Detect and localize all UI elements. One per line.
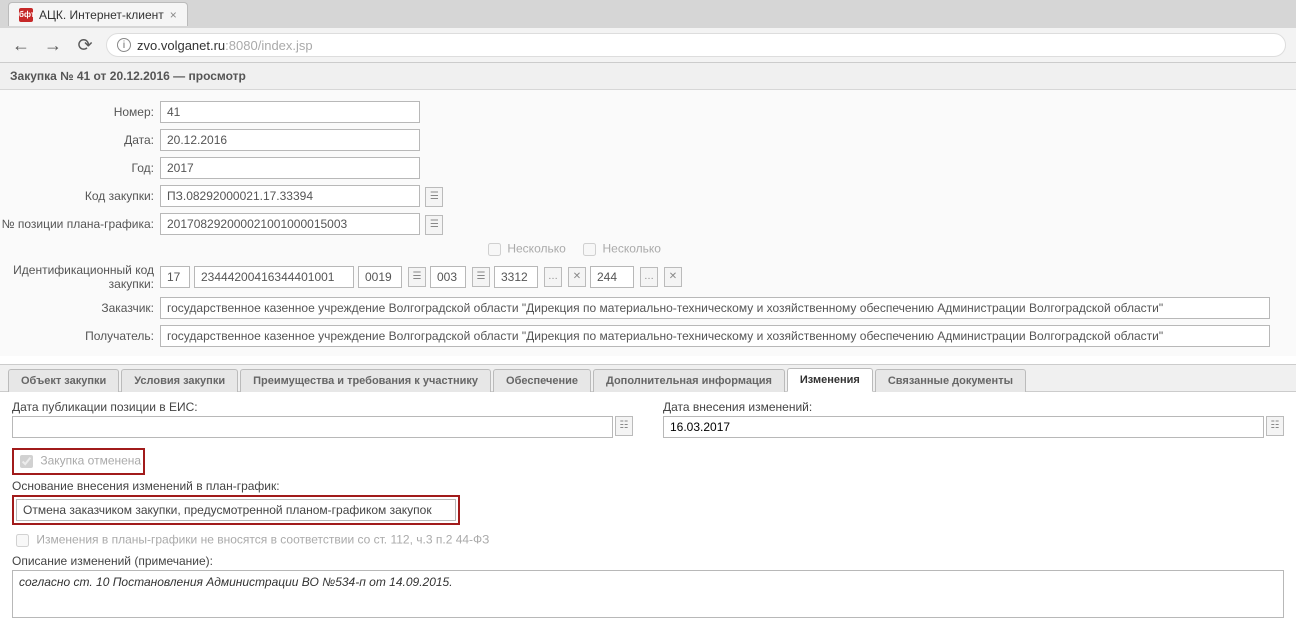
no-changes-checkbox: [16, 534, 29, 547]
ikz-part3[interactable]: [358, 266, 402, 288]
cancelled-checkbox: [20, 455, 33, 468]
select-icon[interactable]: …: [544, 267, 562, 287]
ikz-part5[interactable]: [494, 266, 538, 288]
clear-icon[interactable]: ✕: [568, 267, 586, 287]
basis-input[interactable]: [16, 499, 456, 521]
address-bar: ← → ⟳ i zvo.volganet.ru:8080/index.jsp: [0, 28, 1296, 62]
browser-chrome: бфт АЦК. Интернет-клиент × ← → ⟳ i zvo.v…: [0, 0, 1296, 63]
label-number: Номер:: [0, 105, 160, 119]
page: Закупка № 41 от 20.12.2016 — просмотр Но…: [0, 63, 1296, 632]
tab-conditions[interactable]: Условия закупки: [121, 369, 238, 392]
ikz-flags: Несколько Несколько: [484, 240, 1296, 259]
number-input[interactable]: [160, 101, 420, 123]
ikz-part1[interactable]: [160, 266, 190, 288]
date-input[interactable]: [160, 129, 420, 151]
ikz-part2[interactable]: [194, 266, 354, 288]
label-ikz: Идентификационный код закупки:: [0, 263, 160, 292]
highlight-cancelled: Закупка отменена: [12, 448, 145, 475]
clear-icon[interactable]: ✕: [664, 267, 682, 287]
label-eis-date: Дата публикации позиции в ЕИС:: [12, 400, 633, 414]
no-changes-label: Изменения в планы-графики не вносятся в …: [36, 532, 489, 546]
picker-icon[interactable]: ☰: [408, 267, 426, 287]
back-icon[interactable]: ←: [10, 35, 32, 56]
recipient-input[interactable]: [160, 325, 1270, 347]
calendar-icon[interactable]: ☷: [1266, 416, 1284, 436]
info-icon[interactable]: i: [117, 38, 131, 52]
url-host: zvo.volganet.ru: [137, 38, 225, 53]
ikz-part6[interactable]: [590, 266, 634, 288]
close-tab-icon[interactable]: ×: [170, 8, 177, 22]
label-note: Описание изменений (примечание):: [12, 554, 1284, 568]
label-recipient: Получатель:: [0, 329, 160, 343]
select-icon[interactable]: …: [640, 267, 658, 287]
url-port: :8080: [225, 38, 258, 53]
picker-icon[interactable]: ☰: [425, 187, 443, 207]
change-date-input[interactable]: [663, 416, 1264, 438]
label-year: Год:: [0, 161, 160, 175]
tab-guarantee[interactable]: Обеспечение: [493, 369, 591, 392]
plan-position-input[interactable]: [160, 213, 420, 235]
several-label-2: Несколько: [602, 242, 660, 256]
form-area: Номер: Дата: Год: Код закупки: ☰ № позиц…: [0, 90, 1296, 356]
eis-date-input[interactable]: [12, 416, 613, 438]
url-input[interactable]: i zvo.volganet.ru:8080/index.jsp: [106, 33, 1286, 57]
page-title: Закупка № 41 от 20.12.2016 — просмотр: [0, 63, 1296, 90]
label-plan-position: № позиции плана-графика:: [0, 217, 160, 231]
tab-addinfo[interactable]: Дополнительная информация: [593, 369, 785, 392]
calendar-icon[interactable]: ☷: [615, 416, 633, 436]
several-check-1: [488, 243, 501, 256]
several-label-1: Несколько: [507, 242, 565, 256]
note-textarea[interactable]: согласно ст. 10 Постановления Администра…: [12, 570, 1284, 618]
favicon-icon: бфт: [19, 8, 33, 22]
browser-tab-title: АЦК. Интернет-клиент: [39, 8, 164, 22]
several-check-2: [583, 243, 596, 256]
forward-icon[interactable]: →: [42, 35, 64, 56]
label-change-date: Дата внесения изменений:: [663, 400, 1284, 414]
picker-icon[interactable]: ☰: [472, 267, 490, 287]
purchase-code-input[interactable]: [160, 185, 420, 207]
tab-changes[interactable]: Изменения: [787, 368, 873, 392]
label-date: Дата:: [0, 133, 160, 147]
label-customer: Заказчик:: [0, 301, 160, 315]
label-basis: Основание внесения изменений в план-граф…: [12, 479, 1284, 493]
ikz-part4[interactable]: [430, 266, 466, 288]
browser-tab-bar: бфт АЦК. Интернет-клиент ×: [0, 0, 1296, 28]
url-path: /index.jsp: [258, 38, 313, 53]
tab-requirements[interactable]: Преимущества и требования к участнику: [240, 369, 491, 392]
tab-strip: Объект закупки Условия закупки Преимущес…: [0, 364, 1296, 392]
highlight-basis: [12, 495, 460, 525]
picker-icon[interactable]: ☰: [425, 215, 443, 235]
year-input[interactable]: [160, 157, 420, 179]
browser-tab[interactable]: бфт АЦК. Интернет-клиент ×: [8, 2, 188, 26]
customer-input[interactable]: [160, 297, 1270, 319]
tab-related[interactable]: Связанные документы: [875, 369, 1026, 392]
cancelled-label: Закупка отменена: [40, 453, 141, 467]
label-purchase-code: Код закупки:: [0, 189, 160, 203]
tab-content-changes: Дата публикации позиции в ЕИС: ☷ Дата вн…: [0, 392, 1296, 632]
reload-icon[interactable]: ⟳: [74, 35, 96, 56]
tab-object[interactable]: Объект закупки: [8, 369, 119, 392]
